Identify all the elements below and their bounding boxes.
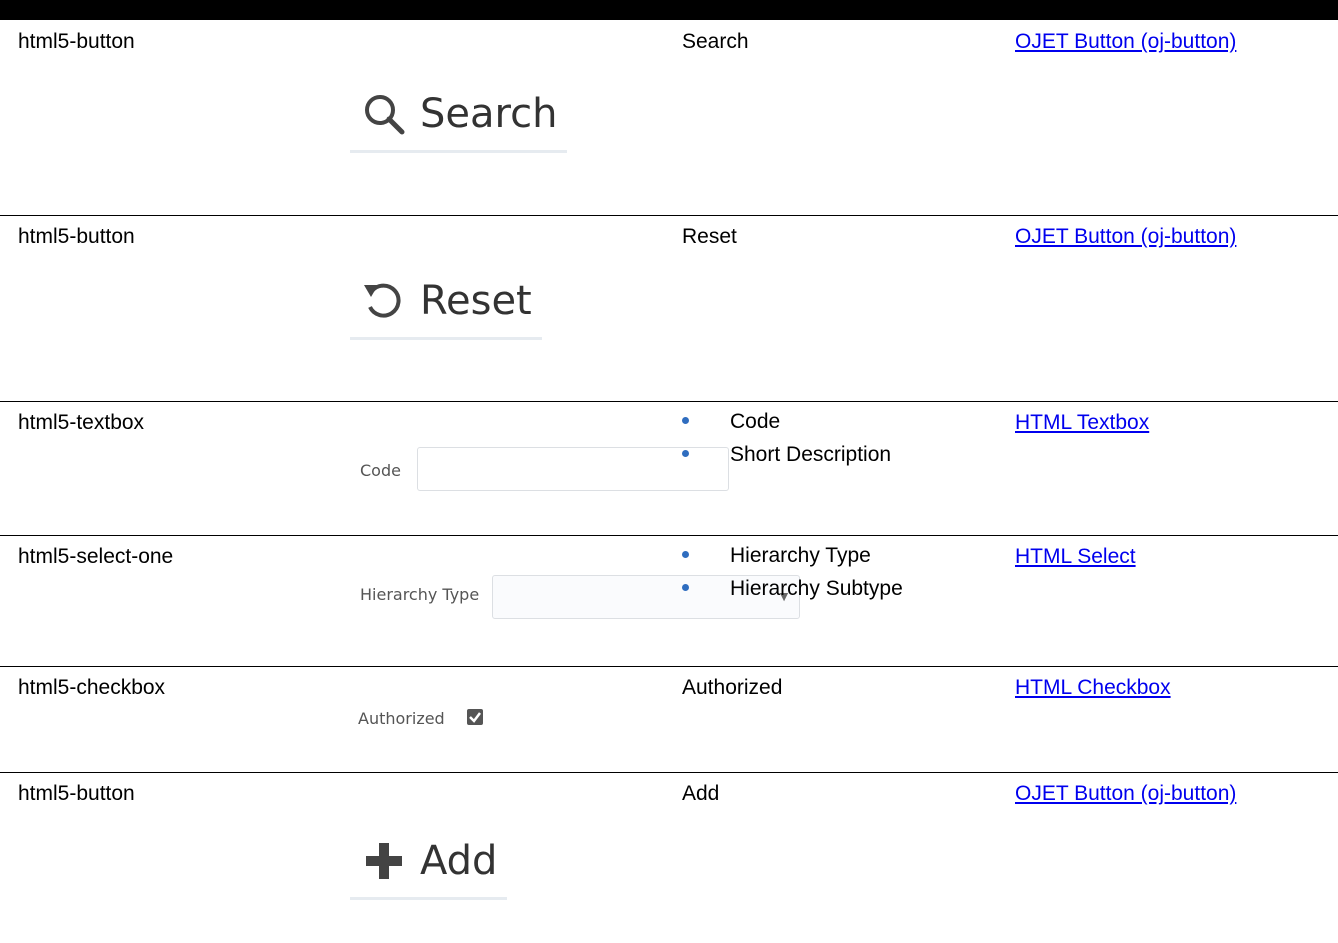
- component-type: html5-button: [18, 30, 135, 53]
- property-label: Add: [682, 782, 720, 805]
- reset-icon: [360, 277, 408, 325]
- property-list: Code Short Description: [682, 405, 891, 471]
- table-top-bar: [0, 0, 1338, 20]
- search-button-screenshot: Search: [350, 90, 568, 153]
- property-item: Short Description: [682, 438, 891, 471]
- add-button-label: Add: [420, 838, 498, 884]
- reset-button-label: Reset: [420, 278, 532, 324]
- search-button-label: Search: [420, 91, 558, 137]
- reference-link[interactable]: OJET Button (oj-button): [1015, 30, 1236, 54]
- reference-link[interactable]: OJET Button (oj-button): [1015, 225, 1236, 249]
- property-item: Hierarchy Type: [682, 539, 903, 572]
- property-item: Code: [682, 405, 891, 438]
- search-icon: [360, 90, 408, 138]
- hierarchy-type-field-label: Hierarchy Type: [360, 585, 480, 604]
- component-type: html5-button: [18, 782, 135, 805]
- component-type: html5-select-one: [18, 545, 174, 568]
- reference-link[interactable]: OJET Button (oj-button): [1015, 782, 1236, 806]
- checkbox-checked-icon: [467, 709, 483, 725]
- code-field-label: Code: [360, 461, 401, 480]
- reference-link[interactable]: HTML Textbox: [1015, 411, 1149, 435]
- component-type: html5-button: [18, 225, 135, 248]
- property-list: Hierarchy Type Hierarchy Subtype: [682, 539, 903, 605]
- component-type: html5-textbox: [18, 411, 145, 434]
- component-type: html5-checkbox: [18, 676, 166, 699]
- reset-button-screenshot: Reset: [350, 277, 542, 340]
- property-label: Authorized: [682, 676, 783, 699]
- property-item: Hierarchy Subtype: [682, 572, 903, 605]
- authorized-field-label: Authorized: [358, 709, 445, 728]
- property-label: Search: [682, 30, 749, 53]
- plus-icon: [360, 837, 408, 885]
- property-label: Reset: [682, 225, 737, 248]
- reference-link[interactable]: HTML Checkbox: [1015, 676, 1171, 700]
- add-button-screenshot: Add: [350, 837, 508, 900]
- reference-link[interactable]: HTML Select: [1015, 545, 1136, 569]
